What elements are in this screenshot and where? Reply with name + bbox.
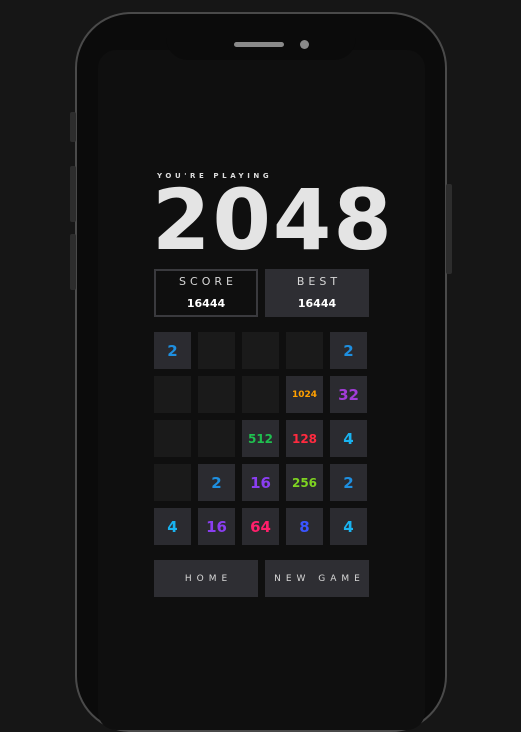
empty-cell [242, 376, 279, 413]
tile-256: 256 [286, 464, 323, 501]
empty-cell [154, 464, 191, 501]
phone-speaker [234, 42, 284, 47]
empty-cell [154, 376, 191, 413]
tile-4: 4 [154, 508, 191, 545]
tile-2: 2 [330, 332, 367, 369]
new-game-button[interactable]: NEW GAME [265, 560, 369, 597]
front-camera [300, 40, 309, 49]
empty-cell [154, 420, 191, 457]
empty-cell [198, 376, 235, 413]
game-board[interactable]: 2 2 1024 32 512 128 4 2 16 256 2 4 16 64 8 4 [154, 332, 368, 546]
tile-2: 2 [154, 332, 191, 369]
empty-cell [286, 332, 323, 369]
empty-cell [198, 332, 235, 369]
phone-notch [166, 36, 356, 60]
tile-64: 64 [242, 508, 279, 545]
score-value: 16444 [186, 297, 226, 310]
phone-volume-up-button [70, 166, 76, 222]
empty-cell [198, 420, 235, 457]
tile-16: 16 [242, 464, 279, 501]
empty-cell [242, 332, 279, 369]
best-value: 16444 [297, 297, 337, 310]
game-title: 2048 [152, 171, 394, 269]
tile-16: 16 [198, 508, 235, 545]
tile-2: 2 [198, 464, 235, 501]
score-label: SCORE [179, 275, 237, 288]
tile-8: 8 [286, 508, 323, 545]
home-button[interactable]: HOME [154, 560, 258, 597]
tile-4: 4 [330, 420, 367, 457]
tile-2: 2 [330, 464, 367, 501]
best-label: BEST [296, 275, 342, 288]
phone-volume-down-button [70, 234, 76, 290]
phone-power-button [446, 184, 452, 274]
tile-4: 4 [330, 508, 367, 545]
tile-32: 32 [330, 376, 367, 413]
best-box: BEST 16444 [265, 269, 369, 317]
tile-512: 512 [242, 420, 279, 457]
score-box: SCORE 16444 [154, 269, 258, 317]
tile-1024: 1024 [286, 376, 323, 413]
phone-mute-switch [70, 112, 76, 142]
tile-128: 128 [286, 420, 323, 457]
